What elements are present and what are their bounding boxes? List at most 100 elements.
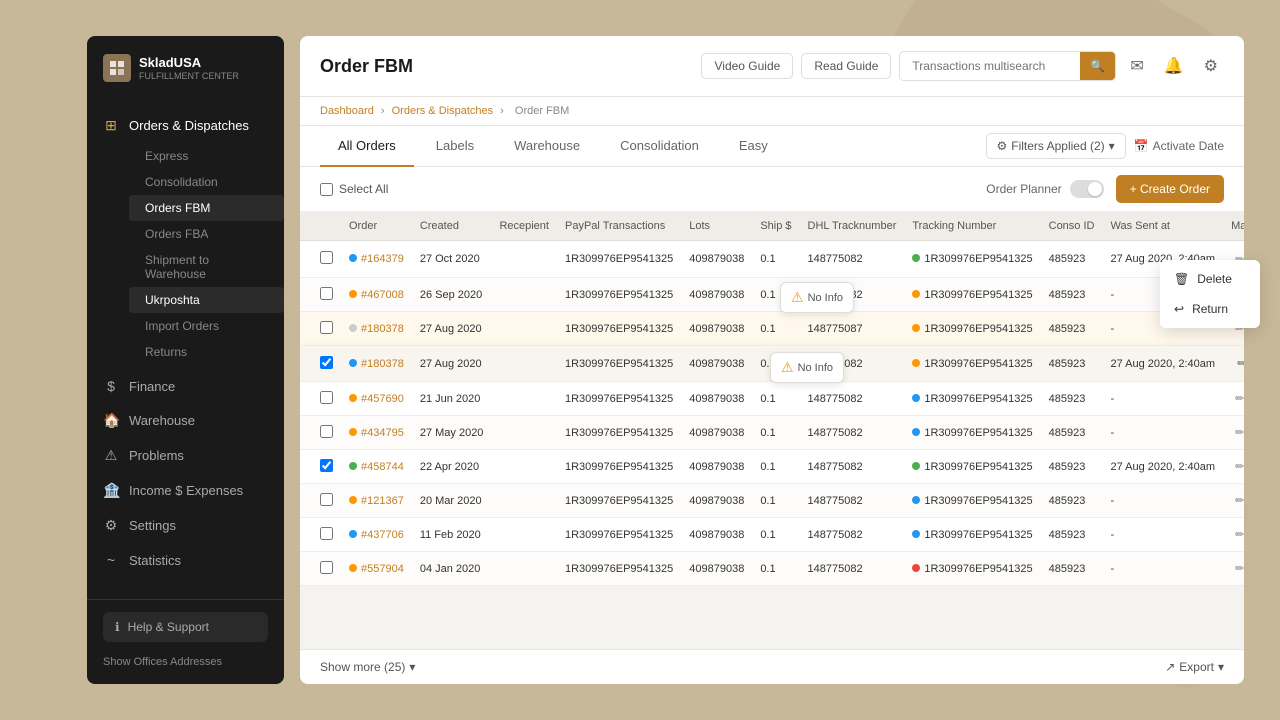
sidebar-subitem-ukrposhta[interactable]: Ukrposhta: [129, 287, 284, 313]
recipient: [491, 382, 557, 416]
row-checkbox[interactable]: [320, 356, 333, 369]
order-link[interactable]: #121367: [361, 495, 404, 507]
edit-button[interactable]: ✏ Edit: [1231, 458, 1244, 475]
edit-button[interactable]: ✏ Edit: [1231, 390, 1244, 407]
created-date: 11 Feb 2020: [412, 518, 492, 552]
show-offices-link[interactable]: Show Offices Addresses: [103, 652, 268, 672]
tab-all-orders[interactable]: All Orders: [320, 126, 414, 167]
sidebar-navigation: ⊞ Orders & Dispatches Express Consolidat…: [87, 100, 284, 599]
sidebar-subitem-express[interactable]: Express: [129, 143, 284, 169]
dropdown-item-delete[interactable]: 🗑 Delete: [1160, 264, 1260, 294]
bell-icon: 🔔: [1164, 58, 1184, 75]
order-link[interactable]: #457690: [361, 393, 404, 405]
order-link[interactable]: #434795: [361, 427, 404, 439]
mail-button[interactable]: ✉: [1124, 50, 1149, 82]
sidebar-subitem-orders-fba[interactable]: Orders FBA: [129, 221, 284, 247]
tab-easy[interactable]: Easy: [721, 126, 786, 167]
sent-at: 27 Aug 2020, 2:40am: [1102, 450, 1223, 484]
col-checkbox: [300, 212, 341, 241]
sidebar-item-settings[interactable]: ⚙ Settings: [87, 508, 284, 543]
sidebar-subitem-consolidation[interactable]: Consolidation: [129, 169, 284, 195]
search-input[interactable]: [900, 53, 1080, 79]
no-info-tooltip-1: ⚠ No Info: [780, 282, 854, 313]
select-all-checkbox[interactable]: [320, 183, 333, 196]
order-link[interactable]: #458744: [361, 461, 404, 473]
dhl-track: 148775082: [800, 552, 905, 586]
search-button[interactable]: 🔍: [1080, 52, 1115, 80]
trash-icon: 🗑: [1174, 272, 1189, 286]
col-order: Order: [341, 212, 412, 241]
export-button[interactable]: ↗ Export ▾: [1165, 660, 1224, 674]
conso-id: 485923: [1041, 518, 1103, 552]
sidebar-subitem-import[interactable]: Import Orders: [129, 313, 284, 339]
sidebar-item-problems[interactable]: ⚠ Problems: [87, 438, 284, 473]
edit-button[interactable]: ✏ Edit: [1231, 492, 1244, 509]
edit-button[interactable]: ✏ Edit: [1231, 354, 1244, 373]
order-link[interactable]: #164379: [361, 253, 404, 265]
delete-label: Delete: [1197, 272, 1232, 286]
row-checkbox[interactable]: [320, 251, 333, 264]
show-more-button[interactable]: Show more (25) ▾: [320, 660, 415, 674]
create-order-button[interactable]: + Create Order: [1116, 175, 1224, 203]
order-link[interactable]: #180378: [361, 323, 404, 335]
edit-button[interactable]: ✏ Edit: [1231, 560, 1244, 577]
order-link[interactable]: #557904: [361, 563, 404, 575]
edit-button[interactable]: ✏ Edit: [1231, 526, 1244, 543]
select-all-label[interactable]: Select All: [320, 182, 388, 196]
sidebar-item-label: Finance: [129, 379, 175, 394]
lots: 409879038: [681, 241, 752, 278]
sidebar-item-warehouse[interactable]: 🏠 Warehouse: [87, 403, 284, 438]
lots: 409879038: [681, 484, 752, 518]
tracking-number: 1R309976EP9541325: [904, 312, 1040, 346]
tab-labels[interactable]: Labels: [418, 126, 492, 167]
breadcrumb-orders-dispatches[interactable]: Orders & Dispatches: [392, 105, 493, 117]
read-guide-button[interactable]: Read Guide: [801, 53, 891, 79]
page-title: Order FBM: [320, 56, 689, 77]
row-checkbox[interactable]: [320, 459, 333, 472]
edit-button[interactable]: ✏ Edit: [1231, 424, 1244, 441]
tracking-number: 1R309976EP9541325: [904, 241, 1040, 278]
notifications-button[interactable]: 🔔: [1158, 50, 1190, 82]
video-guide-button[interactable]: Video Guide: [701, 53, 793, 79]
row-checkbox[interactable]: [320, 425, 333, 438]
return-icon: ↩: [1174, 302, 1184, 316]
dropdown-item-return[interactable]: ↩ Return: [1160, 294, 1260, 324]
help-support-button[interactable]: ℹ Help & Support: [103, 612, 268, 642]
warning-icon: ⚠: [791, 289, 804, 306]
row-checkbox[interactable]: [320, 527, 333, 540]
sidebar-subitem-orders-fbm[interactable]: Orders FBM: [129, 195, 284, 221]
app-settings-button[interactable]: ⚙: [1198, 50, 1224, 82]
sidebar-item-finance[interactable]: $ Finance: [87, 369, 284, 403]
filters-button[interactable]: ⚙ Filters Applied (2) ▾: [986, 133, 1126, 159]
row-checkbox[interactable]: [320, 561, 333, 574]
sidebar-item-statistics[interactable]: ~ Statistics: [87, 543, 284, 577]
col-dhl: DHL Tracknumber: [800, 212, 905, 241]
activate-date-button[interactable]: 📅 Activate Date: [1134, 139, 1224, 153]
tracking-dot: [912, 496, 920, 504]
tracking-number: 1R309976EP9541325: [904, 552, 1040, 586]
table-header: Order Created Recepient PayPal Transacti…: [300, 212, 1244, 241]
sidebar-subitem-returns[interactable]: Returns: [129, 339, 284, 365]
row-checkbox[interactable]: [320, 391, 333, 404]
row-checkbox[interactable]: [320, 321, 333, 334]
status-dot: [349, 530, 357, 538]
tab-warehouse[interactable]: Warehouse: [496, 126, 598, 167]
col-sent: Was Sent at: [1102, 212, 1223, 241]
order-link[interactable]: #437706: [361, 529, 404, 541]
order-planner-toggle[interactable]: [1070, 180, 1104, 198]
sidebar-item-income-expenses[interactable]: 🏦 Income $ Expenses: [87, 473, 284, 508]
breadcrumb-dashboard[interactable]: Dashboard: [320, 105, 374, 117]
recipient: [491, 552, 557, 586]
row-checkbox[interactable]: [320, 287, 333, 300]
sidebar-subitem-shipment[interactable]: Shipment to Warehouse: [129, 247, 284, 287]
export-icon: ↗: [1165, 660, 1175, 674]
order-link[interactable]: #467008: [361, 289, 404, 301]
tracking-number: 1R309976EP9541325: [904, 382, 1040, 416]
sidebar-item-orders-dispatches[interactable]: ⊞ Orders & Dispatches: [87, 108, 284, 143]
col-created: Created: [412, 212, 492, 241]
table-row: #457690 21 Jun 2020 1R309976EP9541325 40…: [300, 382, 1244, 416]
action-buttons: ✏ Edit 🗑 Delete ⎘ Copy: [1231, 424, 1244, 441]
tab-consolidation[interactable]: Consolidation: [602, 126, 717, 167]
order-link[interactable]: #180378: [361, 358, 404, 370]
row-checkbox[interactable]: [320, 493, 333, 506]
